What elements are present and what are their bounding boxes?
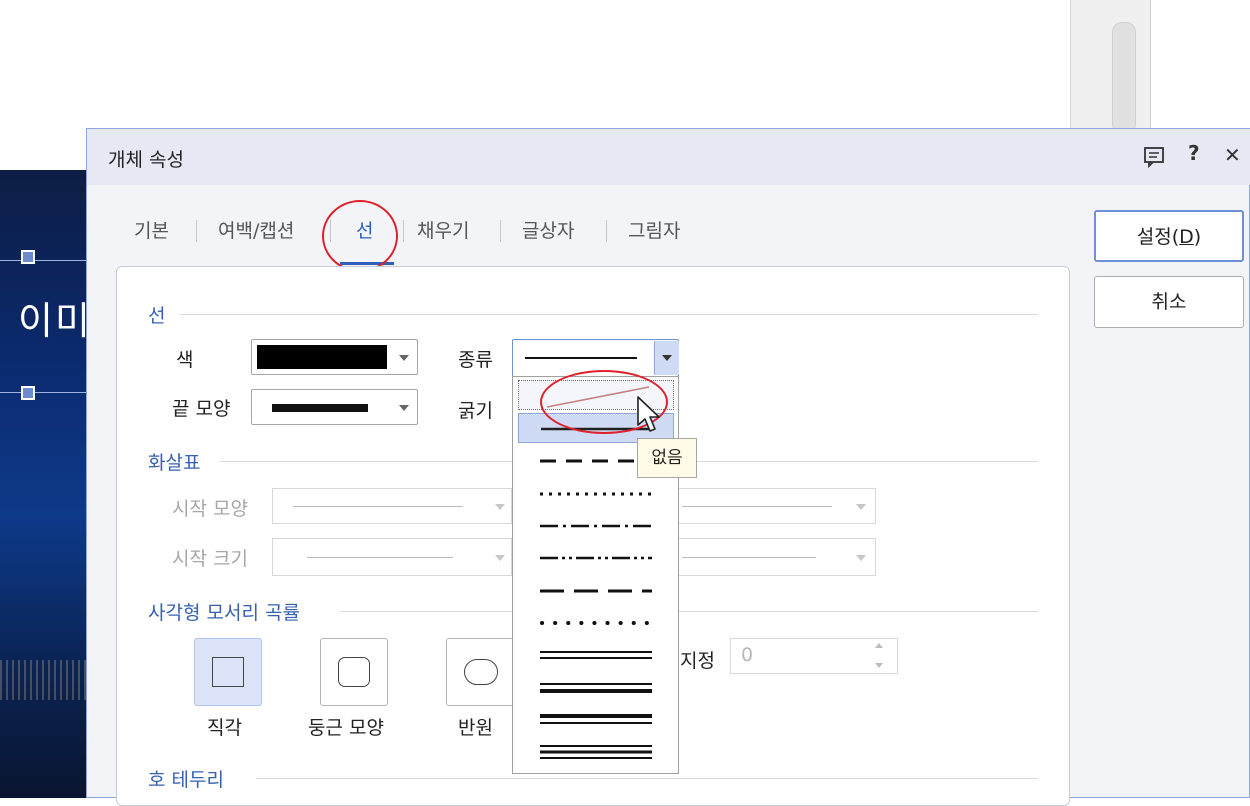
line-type-option-round-dot[interactable] bbox=[518, 608, 674, 638]
dialog-title: 개체 속성 bbox=[108, 149, 184, 171]
chevron-down-icon bbox=[399, 355, 409, 361]
corner-semicircle-option[interactable] bbox=[446, 638, 516, 706]
pill-icon bbox=[464, 659, 498, 685]
section-heading-corner: 사각형 모서리 곡률 bbox=[148, 602, 300, 624]
spin-down-icon[interactable] bbox=[875, 663, 883, 668]
curvature-value: 0 bbox=[741, 644, 754, 666]
type-label: 종류 bbox=[458, 349, 493, 371]
rounded-square-icon bbox=[338, 657, 370, 687]
chevron-down-icon bbox=[856, 504, 866, 510]
color-combo[interactable] bbox=[251, 339, 418, 375]
line-type-option-long-dash[interactable] bbox=[518, 576, 674, 606]
end-shape-preview bbox=[272, 404, 368, 412]
tab-basic[interactable]: 기본 bbox=[134, 216, 169, 243]
tab-divider bbox=[606, 220, 607, 242]
slide-title-text: 이미 bbox=[18, 299, 92, 343]
end-arrow-size-combo[interactable] bbox=[676, 538, 876, 576]
chevron-down-icon bbox=[856, 555, 866, 561]
selection-line-bottom bbox=[0, 392, 86, 393]
close-icon[interactable]: ✕ bbox=[1224, 143, 1241, 167]
corner-rounded-label: 둥근 모양 bbox=[308, 717, 384, 739]
line-type-option-dot[interactable] bbox=[518, 479, 674, 509]
end-shape-combo[interactable] bbox=[251, 389, 418, 425]
cancel-button[interactable]: 취소 bbox=[1094, 276, 1244, 328]
dialog-titlebar[interactable] bbox=[87, 129, 1250, 185]
chevron-down-icon bbox=[662, 355, 672, 361]
start-size-label: 시작 크기 bbox=[172, 548, 248, 570]
line-preview bbox=[682, 557, 816, 558]
line-preview bbox=[307, 557, 453, 558]
color-swatch bbox=[257, 345, 387, 369]
line-type-option-thick-thin[interactable] bbox=[518, 673, 674, 703]
comment-icon[interactable] bbox=[1142, 144, 1166, 173]
selection-line-top bbox=[0, 260, 86, 261]
start-size-combo[interactable] bbox=[272, 538, 512, 576]
resize-handle-bottom[interactable] bbox=[21, 386, 35, 400]
mouse-cursor-icon bbox=[636, 395, 662, 439]
tab-textbox[interactable]: 글상자 bbox=[522, 216, 574, 243]
help-icon[interactable]: ? bbox=[1188, 141, 1200, 165]
corner-right-angle-option[interactable] bbox=[194, 638, 262, 706]
scrollbar-thumb[interactable] bbox=[1112, 22, 1136, 134]
line-type-option-double[interactable] bbox=[518, 640, 674, 670]
tab-divider bbox=[500, 220, 501, 242]
document-margin bbox=[1150, 0, 1250, 130]
curvature-spinner[interactable]: 0 bbox=[730, 638, 898, 674]
slide-image bbox=[0, 170, 86, 798]
start-shape-combo[interactable] bbox=[272, 488, 512, 524]
document-scrollbar[interactable] bbox=[1070, 0, 1152, 130]
chevron-down-icon bbox=[495, 555, 505, 561]
line-type-preview bbox=[525, 357, 637, 359]
line-type-option-triple[interactable] bbox=[518, 737, 674, 767]
start-shape-label: 시작 모양 bbox=[172, 498, 248, 520]
dropdown-button[interactable] bbox=[654, 341, 679, 375]
line-preview bbox=[293, 506, 463, 507]
square-icon bbox=[212, 657, 244, 687]
resize-handle-top[interactable] bbox=[21, 250, 35, 264]
tab-shadow[interactable]: 그림자 bbox=[628, 216, 680, 243]
line-type-option-dash-dot-dot[interactable] bbox=[518, 543, 674, 573]
chevron-down-icon bbox=[495, 504, 505, 510]
corner-right-angle-label: 직각 bbox=[207, 717, 242, 739]
line-type-option-dash-dot[interactable] bbox=[518, 511, 674, 541]
section-divider bbox=[180, 314, 1038, 315]
end-shape-label: 끝 모양 bbox=[172, 398, 231, 420]
chevron-down-icon bbox=[399, 405, 409, 411]
tab-divider bbox=[196, 220, 197, 242]
corner-semicircle-label: 반원 bbox=[458, 717, 493, 739]
corner-rounded-option[interactable] bbox=[320, 638, 388, 706]
section-heading-arrow: 화살표 bbox=[148, 452, 201, 474]
section-heading-arc: 호 테두리 bbox=[148, 769, 224, 791]
tab-fill[interactable]: 채우기 bbox=[417, 216, 469, 243]
line-type-option-thin-thick[interactable] bbox=[518, 705, 674, 735]
ok-button[interactable]: 설정(D) bbox=[1094, 210, 1244, 262]
city-lights bbox=[0, 660, 86, 700]
tab-margin-caption[interactable]: 여백/캡션 bbox=[218, 216, 294, 243]
end-arrow-shape-combo[interactable] bbox=[676, 488, 876, 524]
line-preview bbox=[682, 506, 832, 507]
tooltip: 없음 bbox=[637, 438, 697, 478]
section-heading-line: 선 bbox=[148, 305, 166, 327]
thickness-label: 굵기 bbox=[458, 400, 493, 422]
section-divider bbox=[256, 778, 1038, 779]
highlight-circle-tab bbox=[322, 200, 398, 272]
tab-divider bbox=[403, 220, 404, 242]
color-label: 색 bbox=[176, 349, 194, 371]
section-divider bbox=[340, 611, 1038, 612]
spin-up-icon[interactable] bbox=[875, 643, 883, 648]
curvature-label: 지정 bbox=[680, 650, 715, 672]
